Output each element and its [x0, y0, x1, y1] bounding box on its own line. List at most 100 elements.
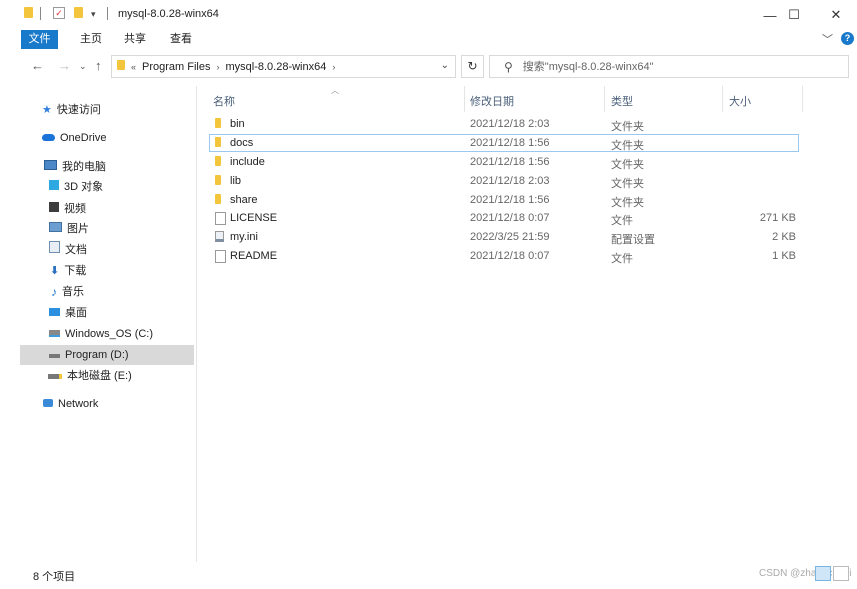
column-divider[interactable] [464, 86, 465, 112]
search-input[interactable] [520, 59, 825, 74]
nav-item-local-disk-e[interactable]: 本地磁盘 (E:) [48, 366, 132, 386]
file-type: 文件夹 [611, 159, 644, 171]
nav-item-videos[interactable]: 视频 [49, 199, 86, 219]
file-date: 2021/12/18 1:56 [470, 137, 550, 149]
folder-icon [215, 118, 221, 131]
nav-item-label: 桌面 [65, 307, 87, 319]
status-item-count: 8 个项目 [33, 571, 76, 583]
nav-item-label: 下载 [64, 265, 87, 277]
file-row[interactable]: README 2021/12/18 0:07 文件 1 KB [209, 247, 799, 265]
search-box: ⚲ [489, 55, 849, 78]
properties-checkbox-icon[interactable]: ✓ [53, 7, 65, 19]
file-size: 1 KB [772, 250, 796, 262]
forward-arrow-icon[interactable]: → [58, 58, 71, 73]
back-arrow-icon[interactable]: ← [31, 58, 44, 73]
nav-item-3d-objects[interactable]: 3D 对象 [49, 177, 103, 197]
folder-icon [215, 156, 221, 169]
file-size: 2 KB [772, 231, 796, 243]
file-name: include [230, 156, 265, 168]
nav-item-windows-c[interactable]: Windows_OS (C:) [49, 324, 153, 344]
breadcrumb-program-files[interactable]: Program Files [142, 61, 210, 73]
music-icon: ♪ [51, 285, 57, 299]
folder-icon [215, 137, 221, 150]
file-type: 文件夹 [611, 140, 644, 152]
file-size: 271 KB [759, 212, 796, 224]
nav-item-label: 音乐 [62, 286, 84, 298]
title-bar: ✓ ▾ mysql-8.0.28-winx64 — ☐ ✕ [0, 0, 857, 30]
nav-item-network[interactable]: Network [43, 394, 98, 414]
nav-item-music[interactable]: ♪ 音乐 [51, 282, 84, 302]
file-type: 文件夹 [611, 178, 644, 190]
file-type: 配置设置 [611, 234, 655, 246]
maximize-button[interactable]: ☐ [776, 4, 812, 26]
nav-item-onedrive[interactable]: OneDrive [42, 128, 106, 148]
nav-item-pictures[interactable]: 图片 [49, 219, 89, 239]
file-date: 2021/12/18 0:07 [470, 212, 550, 224]
column-name[interactable]: 名称 [213, 93, 235, 109]
file-icon [215, 250, 226, 266]
large-icons-view-button[interactable] [833, 566, 849, 581]
nav-item-documents[interactable]: 文档 [49, 240, 87, 260]
tab-view[interactable]: 查看 [168, 30, 194, 49]
nav-item-label: 图片 [67, 223, 89, 235]
config-file-icon [215, 231, 224, 245]
column-type[interactable]: 类型 [611, 93, 633, 109]
file-name: LICENSE [230, 212, 278, 224]
column-divider[interactable] [802, 86, 803, 112]
file-name: bin [230, 118, 245, 130]
navigation-pane: ★ 快速访问 OneDrive 我的电脑 3D 对象 视频 图片 文档 ⬇ 下载… [0, 86, 197, 562]
new-folder-icon[interactable] [74, 7, 83, 18]
file-row[interactable]: include 2021/12/18 1:56 文件夹 [209, 153, 799, 171]
folder-icon [215, 175, 221, 188]
nav-item-label: Network [58, 398, 99, 410]
overflow-crumb[interactable]: « [131, 62, 136, 72]
folder-icon [24, 7, 33, 18]
file-name: share [230, 194, 258, 206]
column-size[interactable]: 大小 [729, 93, 751, 109]
customize-toolbar-icon[interactable]: ▾ [91, 9, 96, 20]
video-icon [49, 199, 59, 219]
close-button[interactable]: ✕ [818, 4, 854, 26]
file-date: 2021/12/18 2:03 [470, 175, 550, 187]
file-row[interactable]: lib 2021/12/18 2:03 文件夹 [209, 172, 799, 190]
file-row[interactable]: docs 2021/12/18 1:56 文件夹 [209, 134, 799, 152]
nav-item-program-d[interactable]: Program (D:) [20, 345, 194, 365]
expand-ribbon-icon[interactable]: ﹀ [822, 31, 833, 47]
details-view-button[interactable] [815, 566, 831, 581]
file-row[interactable]: my.ini 2022/3/25 21:59 配置设置 2 KB [209, 228, 799, 246]
file-explorer-window: ✓ ▾ mysql-8.0.28-winx64 — ☐ ✕ 文件 主页 共享 查… [0, 0, 857, 589]
tab-share[interactable]: 共享 [122, 30, 148, 49]
chevron-right-icon[interactable]: › [332, 62, 335, 72]
file-date: 2021/12/18 1:56 [470, 194, 550, 206]
refresh-button[interactable]: ↻ [461, 55, 484, 78]
column-date[interactable]: 修改日期 [470, 93, 514, 109]
nav-item-downloads[interactable]: ⬇ 下载 [50, 261, 86, 281]
column-divider[interactable] [722, 86, 723, 112]
breadcrumb-mysql[interactable]: mysql-8.0.28-winx64 [225, 61, 326, 73]
nav-item-this-pc[interactable]: 我的电脑 [44, 157, 106, 177]
file-icon [215, 212, 226, 228]
tab-home[interactable]: 主页 [78, 30, 104, 49]
file-row[interactable]: bin 2021/12/18 2:03 文件夹 [209, 115, 799, 133]
file-name: my.ini [230, 231, 258, 243]
drive-icon [49, 345, 60, 365]
help-icon[interactable]: ? [841, 32, 854, 45]
address-bar[interactable]: « Program Files › mysql-8.0.28-winx64 › … [111, 55, 456, 78]
divider [40, 7, 41, 20]
file-row[interactable]: LICENSE 2021/12/18 0:07 文件 271 KB [209, 209, 799, 227]
nav-item-label: Program (D:) [65, 349, 129, 361]
tab-file[interactable]: 文件 [21, 30, 58, 49]
file-name: docs [230, 137, 254, 149]
file-type: 文件夹 [611, 121, 644, 133]
up-arrow-icon[interactable]: ↑ [95, 58, 102, 73]
drive-icon [48, 366, 62, 386]
recent-locations-chevron-icon[interactable]: ⌄ [79, 61, 87, 72]
chevron-down-icon[interactable]: ⌄ [441, 60, 449, 71]
nav-item-desktop[interactable]: 桌面 [49, 303, 87, 323]
folder-icon [215, 194, 221, 207]
chevron-right-icon[interactable]: › [216, 62, 219, 72]
nav-item-quick-access[interactable]: ★ 快速访问 [42, 100, 101, 120]
nav-item-label: OneDrive [60, 132, 107, 144]
column-divider[interactable] [604, 86, 605, 112]
file-row[interactable]: share 2021/12/18 1:56 文件夹 [209, 191, 799, 209]
